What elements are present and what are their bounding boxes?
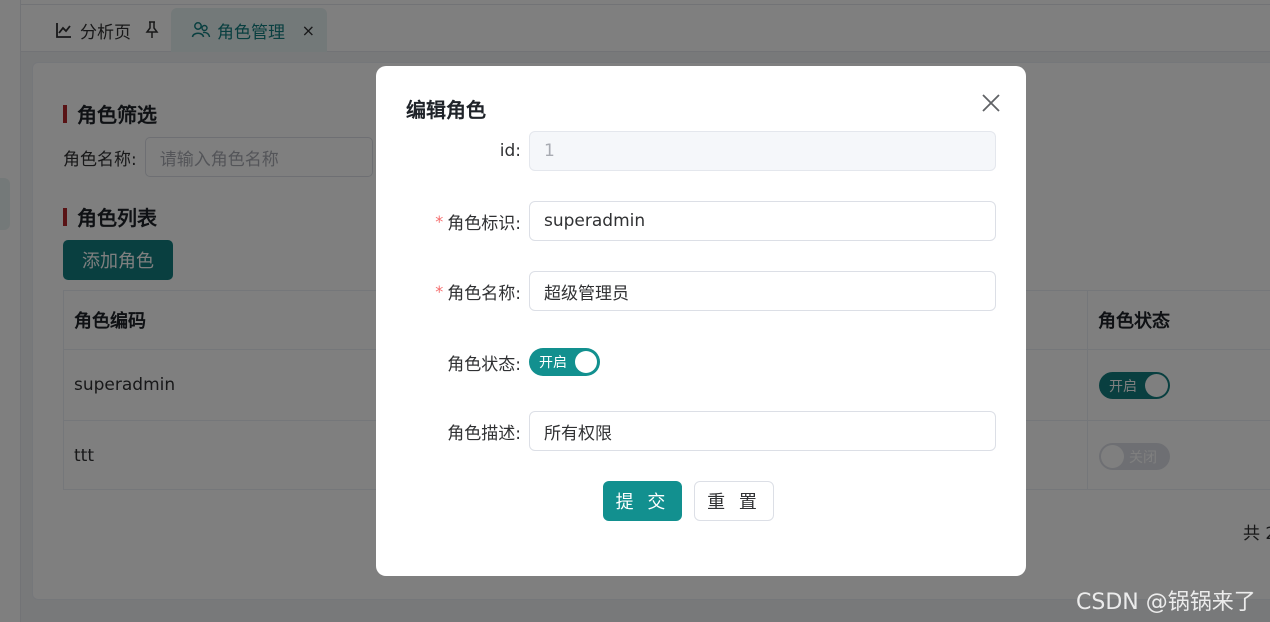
edit-role-dialog: 编辑角色 id: 1 * 角色标识: superadmin * 角色名称: 超级管理… bbox=[376, 66, 1026, 576]
role-status-label: 角色状态: bbox=[447, 354, 521, 375]
role-status-switch[interactable]: 开启 bbox=[529, 348, 600, 376]
form-row-id: id: 1 bbox=[376, 131, 1026, 171]
role-desc-label: 角色描述: bbox=[447, 423, 521, 444]
close-icon[interactable] bbox=[980, 92, 1002, 114]
form-row-role-status: 角色状态: 开启 bbox=[376, 342, 1026, 382]
role-key-label: * 角色标识: bbox=[435, 211, 521, 234]
dialog-title: 编辑角色 bbox=[406, 98, 486, 122]
form-row-role-desc: 角色描述: 所有权限 bbox=[376, 411, 1026, 451]
required-asterisk: * bbox=[435, 211, 444, 231]
role-name-label: * 角色名称: bbox=[435, 281, 521, 304]
watermark: CSDN @锅锅来了 bbox=[1076, 590, 1256, 615]
required-asterisk: * bbox=[435, 281, 444, 301]
reset-button[interactable]: 重 置 bbox=[694, 481, 774, 521]
id-field: 1 bbox=[529, 131, 996, 171]
role-desc-field[interactable]: 所有权限 bbox=[529, 411, 996, 451]
role-key-field[interactable]: superadmin bbox=[529, 201, 996, 241]
form-row-role-name: * 角色名称: 超级管理员 bbox=[376, 271, 1026, 311]
id-label: id: bbox=[499, 141, 521, 161]
submit-button[interactable]: 提 交 bbox=[603, 481, 682, 521]
role-name-field[interactable]: 超级管理员 bbox=[529, 271, 996, 311]
form-row-role-key: * 角色标识: superadmin bbox=[376, 201, 1026, 241]
